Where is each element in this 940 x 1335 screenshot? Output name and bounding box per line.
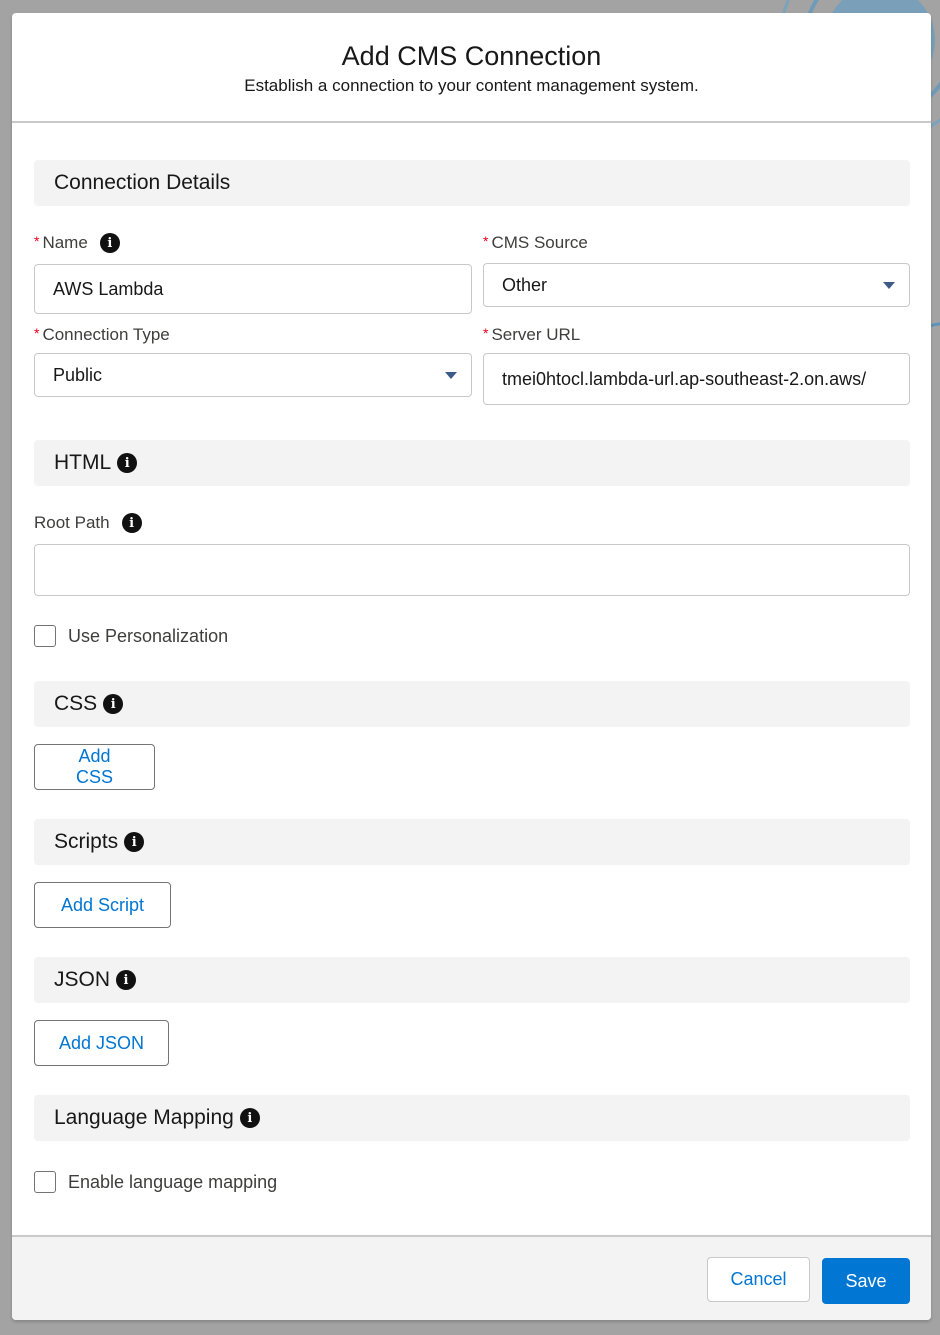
section-title: Language Mapping	[54, 1106, 234, 1129]
chevron-down-icon	[883, 282, 895, 289]
required-indicator: *	[483, 233, 489, 249]
cms-source-label-text: CMS Source	[491, 233, 588, 252]
server-url-label-text: Server URL	[491, 325, 581, 344]
info-icon[interactable]: i	[117, 453, 138, 473]
required-indicator: *	[34, 233, 40, 249]
add-json-button[interactable]: Add JSON	[34, 1020, 169, 1066]
section-title: CSS	[54, 692, 98, 715]
name-label-text: Name	[42, 233, 88, 252]
section-html: HTML i	[34, 440, 910, 486]
add-cms-connection-modal: Add CMS Connection Establish a connectio…	[12, 13, 931, 1320]
cms-source-label: * CMS Source	[483, 233, 588, 253]
section-title: Connection Details	[54, 171, 231, 194]
root-path-input[interactable]	[34, 544, 910, 596]
info-icon[interactable]: i	[99, 233, 120, 253]
section-language-mapping: Language Mapping i	[34, 1095, 910, 1141]
use-personalization-row[interactable]: Use Personalization	[34, 625, 228, 647]
section-css: CSS i	[34, 681, 910, 727]
info-icon[interactable]: i	[116, 970, 137, 990]
info-icon[interactable]: i	[124, 832, 145, 852]
save-button[interactable]: Save	[822, 1258, 910, 1304]
connection-type-label: * Connection Type	[34, 325, 170, 345]
enable-language-mapping-label: Enable language mapping	[68, 1171, 278, 1192]
server-url-input[interactable]	[483, 353, 910, 405]
use-personalization-checkbox[interactable]	[34, 625, 56, 647]
section-title: HTML	[54, 451, 112, 474]
modal-header: Add CMS Connection Establish a connectio…	[12, 13, 931, 123]
connection-type-value: Public	[53, 364, 103, 385]
cms-source-value: Other	[502, 274, 548, 295]
section-title: Scripts	[54, 830, 119, 853]
root-path-label: Root Path i	[34, 513, 142, 533]
modal-subtitle: Establish a connection to your content m…	[244, 76, 699, 95]
root-path-label-text: Root Path	[34, 513, 110, 532]
add-script-button[interactable]: Add Script	[34, 882, 171, 928]
modal-body: Connection Details * Name i * CMS Source…	[12, 123, 931, 1233]
cancel-button[interactable]: Cancel	[707, 1257, 810, 1302]
enable-language-mapping-checkbox[interactable]	[34, 1171, 56, 1193]
info-icon[interactable]: i	[121, 513, 142, 533]
section-title: JSON	[54, 968, 111, 991]
modal-title: Add CMS Connection	[341, 41, 602, 71]
connection-type-label-text: Connection Type	[42, 325, 170, 344]
info-icon[interactable]: i	[103, 694, 124, 714]
info-icon[interactable]: i	[239, 1108, 260, 1128]
connection-type-select[interactable]: Public	[34, 353, 472, 397]
name-input[interactable]	[34, 264, 472, 314]
section-connection-details: Connection Details	[34, 160, 910, 206]
enable-language-mapping-row[interactable]: Enable language mapping	[34, 1171, 277, 1193]
add-css-button[interactable]: Add CSS	[34, 744, 155, 790]
modal-footer: Cancel Save	[12, 1235, 931, 1320]
cms-source-select[interactable]: Other	[483, 263, 910, 307]
section-json: JSON i	[34, 957, 910, 1003]
required-indicator: *	[34, 325, 40, 341]
section-scripts: Scripts i	[34, 819, 910, 865]
name-label: * Name i	[34, 233, 120, 253]
server-url-label: * Server URL	[483, 325, 580, 345]
required-indicator: *	[483, 325, 489, 341]
use-personalization-label: Use Personalization	[68, 625, 229, 646]
chevron-down-icon	[445, 372, 457, 379]
